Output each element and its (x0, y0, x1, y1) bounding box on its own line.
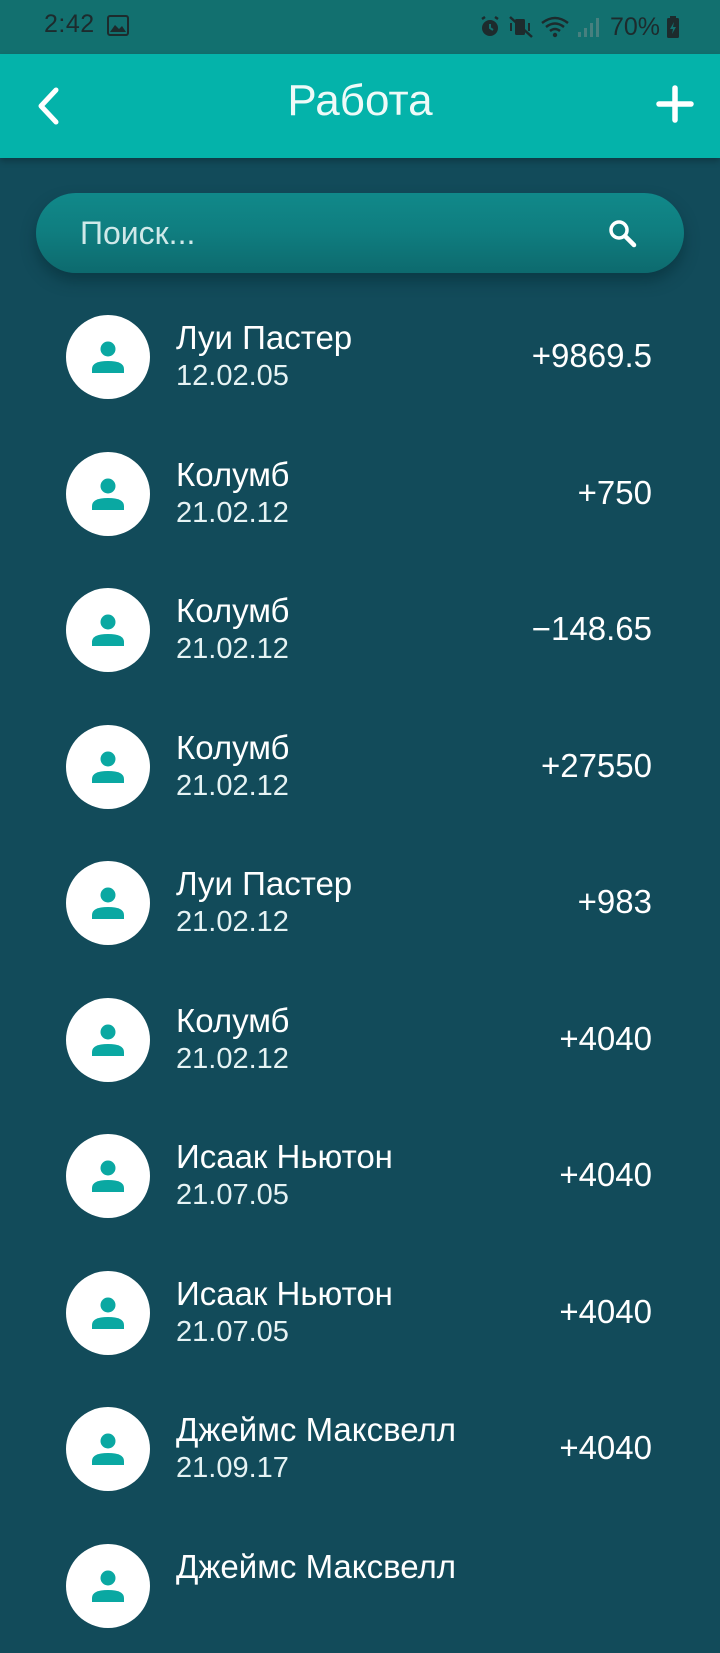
page-title: Работа (0, 76, 720, 126)
person-icon (91, 476, 125, 512)
transaction-amount: −148.65 (532, 610, 652, 648)
transaction-amount: +750 (578, 474, 652, 512)
contact-name: Луи Пастер (176, 319, 352, 357)
vibrate-icon (508, 15, 534, 39)
status-icons: 70% (478, 10, 680, 44)
transaction-amount: +4040 (559, 1020, 652, 1058)
list-item[interactable]: Луи Пастер 21.02.12 +983 (0, 834, 720, 971)
transaction-list: Луи Пастер 12.02.05 +9869.5 Колумб 21.02… (0, 288, 720, 1653)
transaction-amount: +4040 (559, 1293, 652, 1331)
add-button[interactable] (650, 79, 700, 129)
image-icon (107, 15, 129, 36)
avatar (66, 861, 150, 945)
search-input[interactable] (80, 215, 580, 251)
list-item[interactable]: Колумб 21.02.12 +750 (0, 425, 720, 562)
search-bar (36, 193, 684, 273)
wifi-icon (540, 15, 570, 39)
avatar (66, 1134, 150, 1218)
contact-name: Исаак Ньютон (176, 1138, 393, 1176)
contact-name: Исаак Ньютон (176, 1275, 393, 1313)
transaction-date: 12.02.05 (176, 360, 289, 393)
avatar (66, 315, 150, 399)
contact-name: Луи Пастер (176, 865, 352, 903)
transaction-date: 21.02.12 (176, 633, 289, 666)
avatar (66, 725, 150, 809)
battery-percent: 70% (610, 13, 660, 42)
person-icon (91, 1431, 125, 1467)
avatar (66, 588, 150, 672)
person-icon (91, 1568, 125, 1604)
contact-name: Джеймс Максвелл (176, 1548, 456, 1586)
contact-name: Колумб (176, 729, 289, 767)
list-item[interactable]: Джеймс Максвелл 21.09.17 +4040 (0, 1380, 720, 1517)
list-item[interactable]: Джеймс Максвелл (0, 1517, 720, 1653)
person-icon (91, 1295, 125, 1331)
signal-icon (576, 15, 600, 39)
list-item[interactable]: Колумб 21.02.12 +4040 (0, 971, 720, 1108)
contact-name: Колумб (176, 456, 289, 494)
battery-icon (666, 15, 680, 39)
app-bar: Работа (0, 54, 720, 158)
list-item[interactable]: Исаак Ньютон 21.07.05 +4040 (0, 1107, 720, 1244)
avatar (66, 1407, 150, 1491)
person-icon (91, 885, 125, 921)
list-item[interactable]: Луи Пастер 12.02.05 +9869.5 (0, 288, 720, 425)
avatar (66, 1544, 150, 1628)
person-icon (91, 339, 125, 375)
contact-name: Колумб (176, 592, 289, 630)
contact-name: Джеймс Максвелл (176, 1411, 456, 1449)
person-icon (91, 612, 125, 648)
transaction-amount: +4040 (559, 1156, 652, 1194)
person-icon (91, 1022, 125, 1058)
transaction-date: 21.02.12 (176, 906, 289, 939)
transaction-date: 21.07.05 (176, 1316, 289, 1349)
avatar (66, 452, 150, 536)
status-bar: 2:42 (0, 0, 720, 54)
avatar (66, 1271, 150, 1355)
person-icon (91, 1158, 125, 1194)
transaction-date: 21.02.12 (176, 1043, 289, 1076)
transaction-date: 21.02.12 (176, 497, 289, 530)
search-icon[interactable] (607, 218, 637, 248)
list-item[interactable]: Колумб 21.02.12 +27550 (0, 698, 720, 835)
avatar (66, 998, 150, 1082)
transaction-amount: +983 (578, 883, 652, 921)
transaction-date: 21.02.12 (176, 770, 289, 803)
list-item[interactable]: Исаак Ньютон 21.07.05 +4040 (0, 1244, 720, 1381)
plus-icon (650, 79, 700, 129)
status-time: 2:42 (44, 10, 95, 39)
transaction-amount: +27550 (541, 747, 652, 785)
transaction-amount: +9869.5 (532, 337, 652, 375)
person-icon (91, 749, 125, 785)
alarm-icon (478, 15, 502, 39)
list-item[interactable]: Колумб 21.02.12 −148.65 (0, 561, 720, 698)
transaction-date: 21.07.05 (176, 1179, 289, 1212)
contact-name: Колумб (176, 1002, 289, 1040)
transaction-amount: +4040 (559, 1429, 652, 1467)
transaction-date: 21.09.17 (176, 1452, 289, 1485)
